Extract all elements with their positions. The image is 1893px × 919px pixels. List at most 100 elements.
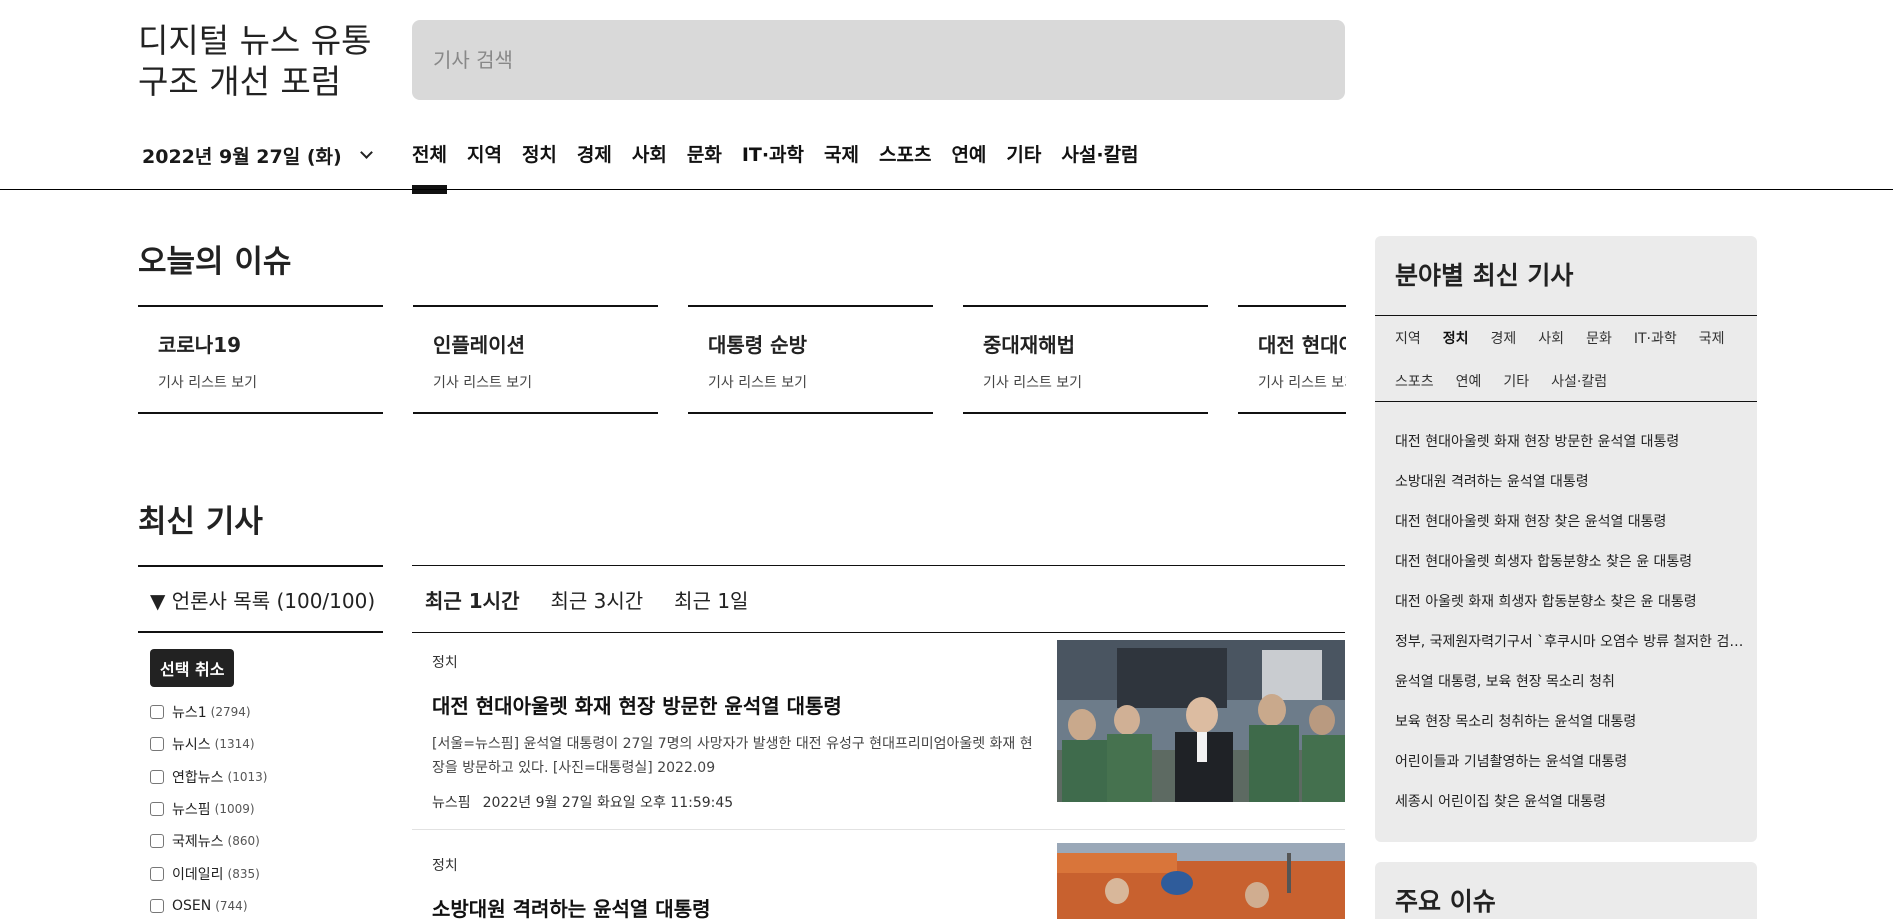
article-excerpt: [서울=뉴스핌] 윤석열 대통령이 27일 7명의 사망자가 발생한 대전 유성… — [432, 736, 1033, 776]
side-tab-etc[interactable]: 기타 — [1503, 371, 1529, 394]
issue-card[interactable]: 코로나19 기사 리스트 보기 — [138, 305, 383, 414]
issue-card[interactable]: 인플레이션 기사 리스트 보기 — [413, 305, 658, 414]
side-tab-international[interactable]: 국제 — [1699, 328, 1725, 351]
nav-tab-all[interactable]: 전체 — [412, 140, 447, 194]
today-issues-title: 오늘의 이슈 — [138, 244, 292, 280]
article-category: 정치 — [432, 655, 458, 671]
headline-link[interactable]: 대전 현대아울렛 화재 현장 방문한 윤석열 대통령 — [1395, 431, 1745, 471]
press-item[interactable]: 국제뉴스 (860) — [150, 825, 267, 857]
side-tab-politics[interactable]: 정치 — [1443, 328, 1469, 351]
press-item[interactable]: OSEN (744) — [150, 890, 267, 919]
category-nav: 전체 지역 정치 경제 사회 문화 IT·과학 국제 스포츠 연예 기타 사설·… — [412, 140, 1139, 194]
today-issues-carousel: 코로나19 기사 리스트 보기 인플레이션 기사 리스트 보기 대통령 순방 기… — [138, 305, 1346, 415]
nav-tab-society[interactable]: 사회 — [632, 140, 667, 185]
headline-link[interactable]: 어린이들과 기념촬영하는 윤석열 대통령 — [1395, 751, 1745, 791]
search-box[interactable] — [412, 20, 1345, 100]
press-count: (2794) — [210, 705, 251, 720]
headline-link[interactable]: 소방대원 격려하는 윤석열 대통령 — [1395, 471, 1745, 511]
nav-tab-politics[interactable]: 정치 — [522, 140, 557, 185]
headline-link[interactable]: 세종시 어린이집 찾은 윤석열 대통령 — [1395, 791, 1745, 831]
article-thumbnail[interactable] — [1057, 843, 1345, 919]
nav-tab-etc[interactable]: 기타 — [1006, 140, 1041, 185]
issue-link: 기사 리스트 보기 — [433, 375, 533, 391]
headline-link[interactable]: 보육 현장 목소리 청취하는 윤석열 대통령 — [1395, 711, 1745, 751]
nav-tab-sports[interactable]: 스포츠 — [879, 140, 931, 185]
issue-card[interactable]: 대전 현대아 기사 리스트 보기 — [1238, 305, 1346, 414]
nav-tab-international[interactable]: 국제 — [824, 140, 859, 185]
press-name: 뉴스1 — [172, 705, 207, 722]
tab-last-1-hour[interactable]: 최근 1시간 — [425, 585, 519, 614]
nav-tab-editorial[interactable]: 사설·칼럼 — [1061, 140, 1138, 185]
category-headline-list: 대전 현대아울렛 화재 현장 방문한 윤석열 대통령 소방대원 격려하는 윤석열… — [1395, 431, 1745, 831]
date-selector[interactable]: 2022년 9월 27일 (화) — [142, 142, 373, 169]
press-count: (835) — [227, 866, 260, 881]
press-count: (1009) — [214, 802, 255, 817]
photo-firefighters — [1057, 843, 1345, 919]
headline-link[interactable]: 대전 현대아울렛 화재 현장 찾은 윤석열 대통령 — [1395, 511, 1745, 551]
press-checkbox[interactable] — [150, 705, 164, 720]
article-category: 정치 — [432, 858, 458, 874]
time-filter-tabs: 최근 1시간 최근 3시간 최근 1일 — [412, 565, 1345, 633]
article-title[interactable]: 대전 현대아울렛 화재 현장 방문한 윤석열 대통령 — [432, 690, 842, 719]
date-label: 2022년 9월 27일 (화) — [142, 146, 342, 168]
article-title[interactable]: 소방대원 격려하는 윤석열 대통령 — [432, 893, 711, 919]
deselect-button[interactable]: 선택 취소 — [150, 649, 235, 687]
nav-tab-culture[interactable]: 문화 — [687, 140, 722, 185]
press-list-toggle[interactable]: ▼ 언론사 목록 (100/100) — [138, 565, 383, 633]
press-item[interactable]: 이데일리 (835) — [150, 857, 267, 889]
press-list: 뉴스1 (2794) 뉴시스 (1314) 연합뉴스 (1013) 뉴스핌 (1009)… — [150, 696, 267, 919]
major-issues-title: 주요 이슈 — [1395, 887, 1496, 916]
article-item[interactable]: 정치 소방대원 격려하는 윤석열 대통령 — [412, 843, 1345, 919]
side-tab-society[interactable]: 사회 — [1538, 328, 1564, 351]
site-title-line2: 구조 개선 포럼 — [138, 62, 342, 101]
press-checkbox[interactable] — [150, 737, 164, 752]
nav-tab-region[interactable]: 지역 — [467, 140, 502, 185]
press-name: 이데일리 — [172, 866, 224, 883]
article-divider — [412, 829, 1345, 830]
press-count: (1013) — [227, 769, 268, 784]
side-tab-culture[interactable]: 문화 — [1586, 328, 1612, 351]
issue-link: 기사 리스트 보기 — [708, 375, 808, 391]
press-count: (1314) — [214, 737, 255, 752]
side-tab-region[interactable]: 지역 — [1395, 328, 1421, 351]
press-item[interactable]: 뉴스핌 (1009) — [150, 793, 267, 825]
nav-tab-entertainment[interactable]: 연예 — [951, 140, 986, 185]
headline-link[interactable]: 대전 현대아울렛 희생자 합동분향소 찾은 윤 대통령 — [1395, 551, 1745, 591]
site-title[interactable]: 디지털 뉴스 유통 구조 개선 포럼 — [138, 20, 372, 102]
press-item[interactable]: 연합뉴스 (1013) — [150, 761, 267, 793]
press-item[interactable]: 뉴스1 (2794) — [150, 696, 267, 728]
issue-card[interactable]: 대통령 순방 기사 리스트 보기 — [688, 305, 933, 414]
side-tab-it-science[interactable]: IT·과학 — [1634, 328, 1677, 351]
headline-link[interactable]: 대전 아울렛 화재 희생자 합동분향소 찾은 윤 대통령 — [1395, 591, 1745, 631]
press-checkbox[interactable] — [150, 802, 164, 817]
article-source: 뉴스핌 — [432, 795, 471, 811]
headline-link[interactable]: 정부, 국제원자력기구서 `후쿠시마 오염수 방류 철저한 검증` — [1395, 631, 1745, 671]
issue-card[interactable]: 중대재해법 기사 리스트 보기 — [963, 305, 1208, 414]
side-tab-entertainment[interactable]: 연예 — [1456, 371, 1482, 394]
press-checkbox[interactable] — [150, 866, 164, 881]
article-thumbnail[interactable] — [1057, 640, 1345, 802]
article-item[interactable]: 정치 대전 현대아울렛 화재 현장 방문한 윤석열 대통령 [서울=뉴스핌] 윤… — [412, 640, 1345, 822]
category-latest-title: 분야별 최신 기사 — [1395, 261, 1574, 290]
press-checkbox[interactable] — [150, 769, 164, 784]
site-title-line1: 디지털 뉴스 유통 — [138, 21, 372, 60]
nav-tab-it-science[interactable]: IT·과학 — [742, 140, 804, 185]
headline-link[interactable]: 윤석열 대통령, 보육 현장 목소리 청취 — [1395, 671, 1745, 711]
search-input[interactable] — [412, 20, 1345, 100]
side-tab-sports[interactable]: 스포츠 — [1395, 371, 1434, 394]
tab-last-3-hours[interactable]: 최근 3시간 — [550, 585, 643, 614]
nav-tab-economy[interactable]: 경제 — [577, 140, 612, 185]
category-latest-tabs: 지역 정치 경제 사회 문화 IT·과학 국제 스포츠 연예 기타 사설·칼럼 — [1395, 328, 1745, 394]
article-meta: 뉴스핌 2022년 9월 27일 화요일 오후 11:59:45 — [432, 792, 733, 812]
press-checkbox[interactable] — [150, 898, 164, 913]
issue-title: 코로나19 — [158, 333, 242, 357]
press-checkbox[interactable] — [150, 834, 164, 849]
press-item[interactable]: 뉴시스 (1314) — [150, 728, 267, 760]
header-divider — [0, 189, 1893, 190]
latest-articles-title: 최신 기사 — [138, 504, 263, 540]
side-tab-editorial[interactable]: 사설·칼럼 — [1551, 371, 1607, 394]
chevron-down-icon[interactable] — [359, 146, 373, 159]
major-issues-panel: 주요 이슈 — [1375, 862, 1757, 919]
tab-last-1-day[interactable]: 최근 1일 — [674, 585, 748, 614]
side-tab-economy[interactable]: 경제 — [1491, 328, 1517, 351]
